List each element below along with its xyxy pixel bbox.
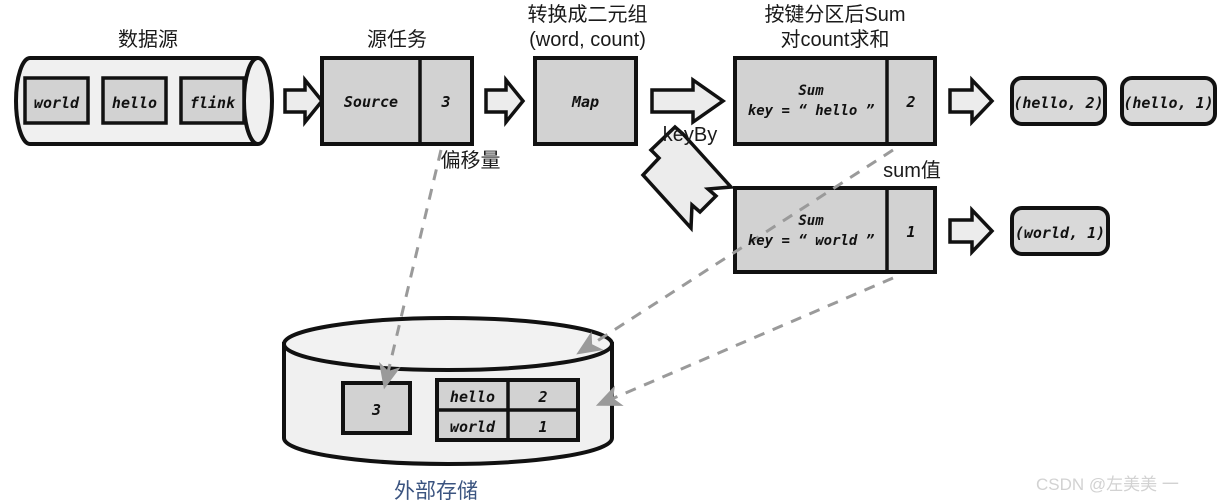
diagram-canvas: 数据源 源任务 转换成二元组 (word, count) 按键分区后Sum 对c… [0, 0, 1220, 504]
output-label-world-1: (world, 1) [1014, 224, 1106, 242]
label-sum-value: sum值 [883, 160, 941, 182]
map-task-name: Map [571, 93, 600, 111]
sum-hello-name: Sum [798, 83, 824, 99]
label-keyby: keyBy [662, 124, 718, 146]
source-task-state: 3 [441, 93, 451, 111]
output-label-hello-2: (hello, 2) [1013, 94, 1104, 112]
sum-world-state: 1 [906, 223, 916, 241]
storage-table-count-1: 1 [538, 418, 548, 436]
label-source-data: 数据源 [118, 29, 178, 51]
storage-table-count-0: 2 [538, 388, 548, 406]
sum-hello-key: key = “ hello ” [747, 103, 875, 119]
source-item-label-1: hello [111, 94, 158, 112]
output-label-hello-1: (hello, 1) [1123, 94, 1214, 112]
storage-table-word-1: world [449, 418, 496, 436]
arrow-map-to-sum-hello [650, 76, 727, 126]
csdn-watermark: CSDN @左美美 一 [1036, 475, 1179, 494]
diagram-vector-layer [14, 56, 1217, 466]
label-sum-line2: 对count求和 [780, 29, 890, 51]
sum-world-name: Sum [798, 213, 824, 229]
label-source-task: 源任务 [367, 29, 427, 51]
arrow-source-data-to-source-task [283, 75, 325, 127]
storage-offset-value: 3 [371, 401, 382, 419]
arrow-source-to-map [484, 75, 526, 127]
label-map-line1: 转换成二元组 [527, 4, 648, 26]
arrow-sum-hello-to-output [948, 75, 995, 127]
label-map-line2: (word, count) [529, 29, 646, 51]
sum-hello-state: 2 [906, 93, 916, 111]
dashed-arrow-sum-world-to-storage [595, 276, 894, 406]
source-item-label-0: world [33, 94, 80, 112]
source-item-label-2: flink [189, 94, 236, 112]
sum-world-key: key = “ world ” [747, 233, 875, 249]
label-external-storage: 外部存储 [394, 480, 478, 503]
source-task-name: Source [343, 93, 399, 111]
label-sum-line1: 按键分区后Sum [764, 4, 906, 26]
arrow-sum-world-to-output [948, 205, 995, 257]
label-offset: 偏移量 [440, 150, 501, 172]
storage-table-word-0: hello [449, 388, 496, 406]
